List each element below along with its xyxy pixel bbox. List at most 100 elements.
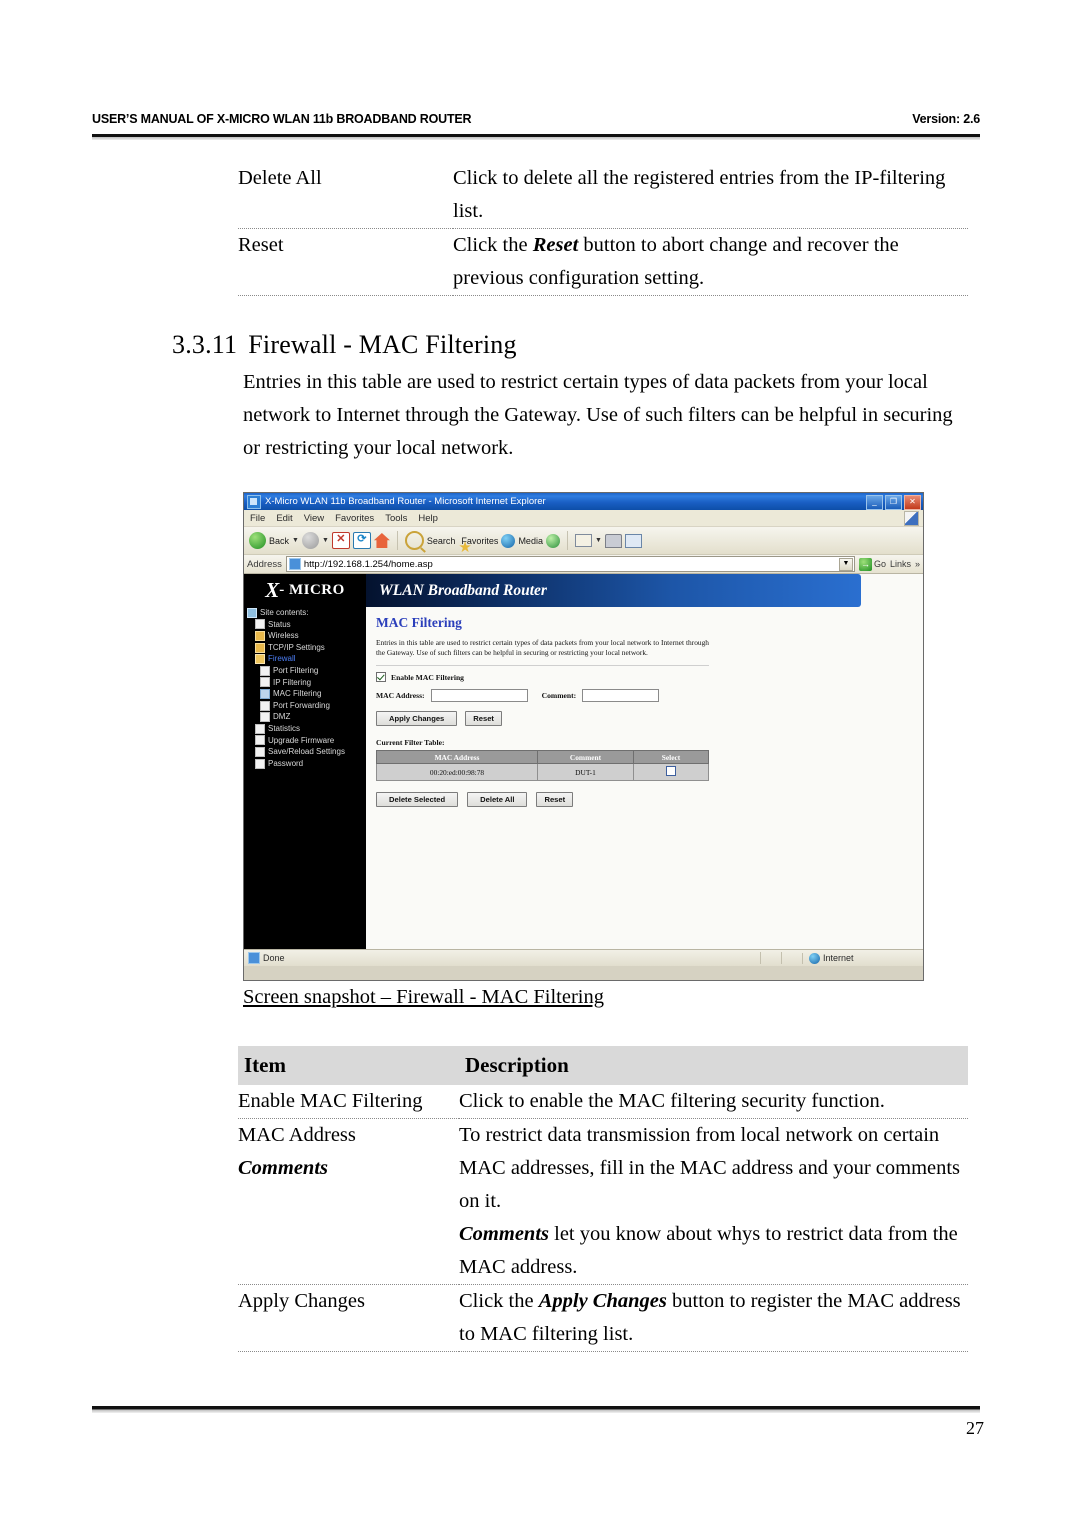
status-cell [760, 952, 777, 964]
section-number: 3.3.11 [172, 330, 238, 359]
go-arrow-icon: → [858, 557, 872, 571]
router-banner-title: WLAN Broadband Router [366, 574, 861, 607]
mac-address-input[interactable] [430, 689, 528, 702]
tree-item-status[interactable]: Status [244, 619, 366, 631]
status-zone-label: Internet [823, 953, 854, 963]
chevron-down-icon[interactable]: ▼ [838, 558, 853, 571]
print-icon[interactable] [604, 533, 622, 548]
home-icon[interactable] [373, 533, 390, 548]
search-button[interactable]: Search [404, 531, 455, 550]
page-selected-icon [260, 688, 270, 699]
reset-button[interactable]: Reset [465, 711, 502, 726]
tree-item-ip-filtering[interactable]: IP Filtering [244, 677, 366, 689]
page-icon [260, 677, 270, 688]
menu-edit[interactable]: Edit [276, 513, 292, 524]
router-brand-header: X - MICRO WLAN Broadband Router [244, 574, 923, 607]
page-icon [260, 700, 270, 711]
table-row: Enable MAC Filtering Click to enable the… [238, 1085, 968, 1119]
browser-status-bar: Done Internet [244, 949, 923, 966]
search-icon [404, 531, 424, 550]
row-select-checkbox[interactable] [666, 766, 676, 776]
header-version: Version: 2.6 [912, 112, 980, 126]
page-icon [255, 746, 265, 757]
folder-icon [255, 630, 265, 641]
tree-item-dmz[interactable]: DMZ [244, 711, 366, 723]
book-icon [247, 607, 257, 618]
go-button[interactable]: → Go [858, 557, 886, 571]
back-arrow-icon [249, 532, 266, 549]
apply-changes-button[interactable]: Apply Changes [376, 711, 458, 726]
current-filter-table-caption: Current Filter Table: [376, 738, 445, 747]
mac-entry-row: MAC Address: Comment: [376, 689, 915, 702]
tree-label: Wireless [268, 631, 299, 641]
tree-item-firewall[interactable]: Firewall [244, 653, 366, 665]
row-description: Click to enable the MAC filtering securi… [459, 1085, 968, 1119]
back-button[interactable]: Back ▼ [249, 532, 299, 549]
table-row: 00:20:ed:00:98:78 DUT-1 [376, 763, 709, 781]
address-url: http://192.168.1.254/home.asp [303, 558, 433, 570]
address-input[interactable]: http://192.168.1.254/home.asp ▼ [285, 556, 855, 572]
links-button[interactable]: Links [890, 559, 911, 569]
comment-input[interactable] [582, 689, 660, 702]
divider [376, 665, 709, 666]
tree-item-site-contents[interactable]: Site contents: [244, 607, 366, 619]
window-title: X-Micro WLAN 11b Broadband Router - Micr… [265, 496, 546, 507]
tree-item-port-filtering[interactable]: Port Filtering [244, 665, 366, 677]
tree-item-port-forwarding[interactable]: Port Forwarding [244, 700, 366, 712]
row-item: MAC Address Comments [238, 1118, 459, 1285]
forward-button[interactable] [301, 532, 319, 549]
logo-micro: - MICRO [279, 582, 345, 598]
status-zone: Internet [802, 952, 919, 964]
tree-item-mac-filtering[interactable]: MAC Filtering [244, 688, 366, 700]
tree-label: IP Filtering [273, 677, 312, 687]
table-row: Reset Click the Reset button to abort ch… [238, 228, 968, 296]
page-icon [255, 723, 265, 734]
favorites-button[interactable]: ★ Favorites [458, 536, 498, 555]
footer-rule [92, 1406, 980, 1413]
column-header-select: Select [633, 750, 709, 764]
tree-item-statistics[interactable]: Statistics [244, 723, 366, 735]
chevron-right-icon: » [914, 559, 920, 569]
enable-mac-filtering-checkbox[interactable] [376, 672, 386, 682]
menu-help[interactable]: Help [418, 513, 438, 524]
tree-item-tcpip-settings[interactable]: TCP/IP Settings [244, 642, 366, 654]
column-header-item: Item [238, 1046, 459, 1085]
status-cell [781, 952, 798, 964]
menu-tools[interactable]: Tools [385, 513, 407, 524]
section-title: Firewall - MAC Filtering [248, 330, 517, 359]
back-label: Back [269, 535, 290, 546]
tree-item-password[interactable]: Password [244, 758, 366, 770]
restore-button[interactable]: ❐ [885, 495, 902, 510]
document-header: USER’S MANUAL OF X-MICRO WLAN 11b BROADB… [92, 112, 980, 126]
edit-icon[interactable] [624, 533, 642, 548]
current-filter-table: MAC Address Comment Select 00:20:ed:00:9… [376, 750, 709, 781]
menu-file[interactable]: File [250, 513, 265, 524]
tree-label: TCP/IP Settings [268, 642, 325, 652]
tree-item-upgrade-firmware[interactable]: Upgrade Firmware [244, 735, 366, 747]
stop-icon[interactable]: ✕ [331, 532, 350, 549]
minimize-button[interactable]: _ [866, 495, 883, 510]
media-icon [501, 533, 516, 548]
tree-item-save-reload-settings[interactable]: Save/Reload Settings [244, 746, 366, 758]
tree-item-wireless[interactable]: Wireless [244, 630, 366, 642]
table-reset-button[interactable]: Reset [536, 792, 574, 807]
menu-favorites[interactable]: Favorites [335, 513, 374, 524]
media-button[interactable]: Media [501, 533, 543, 548]
row-item: Enable MAC Filtering [238, 1085, 459, 1119]
menu-view[interactable]: View [304, 513, 324, 524]
refresh-icon[interactable]: ⟳ [352, 532, 371, 549]
row-description: Click to delete all the registered entri… [453, 162, 968, 229]
tree-label: DMZ [273, 712, 291, 722]
delete-selected-button[interactable]: Delete Selected [376, 792, 459, 807]
section-body: Entries in this table are used to restri… [243, 371, 953, 459]
table-buttons-row: Delete Selected Delete All Reset [376, 792, 915, 807]
close-button[interactable]: ✕ [904, 495, 921, 510]
browser-viewport: X - MICRO WLAN Broadband Router Site con… [244, 574, 923, 949]
delete-all-button[interactable]: Delete All [467, 792, 528, 807]
comment-label: Comment: [541, 691, 577, 700]
history-icon[interactable] [545, 533, 560, 548]
desc-emphasis: Reset [532, 234, 579, 256]
row-item-line1: MAC Address [238, 1124, 356, 1146]
chevron-down-icon: ▼ [321, 537, 329, 544]
mail-icon[interactable] [574, 534, 592, 547]
